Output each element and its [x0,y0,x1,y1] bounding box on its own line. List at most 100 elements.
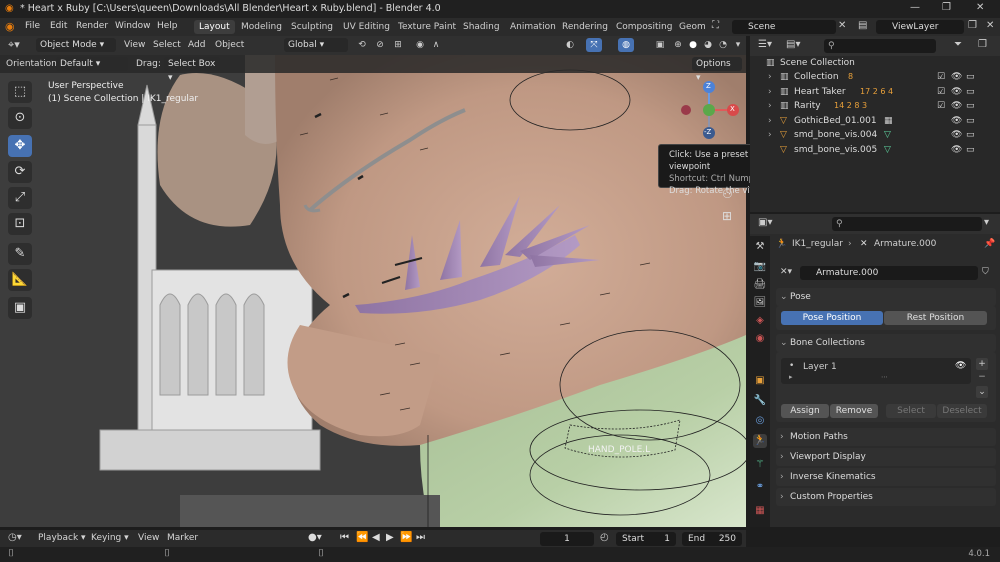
visibility-eye-icon[interactable]: 👁 [951,101,962,111]
custom-properties-section-header[interactable]: › Custom Properties [776,488,996,506]
outliner-item-gothicbed[interactable]: › ▽ GothicBed_01.001 ▦ 👁 ▭ [750,115,1000,129]
outliner-item-smd-bone-vis-005[interactable]: ▽ smd_bone_vis.005 ▽ 👁 ▭ [750,144,1000,158]
expand-arrow-icon[interactable]: › [768,116,772,126]
outliner-search-input[interactable]: ⚲ [824,39,936,53]
scale-tool[interactable]: ⤢ [8,187,32,209]
menu-playback[interactable]: Playback ▾ [38,533,86,543]
pin-icon[interactable]: 📌 [984,239,995,249]
add-cube-tool[interactable]: ▣ [8,297,32,319]
scene-tab-icon[interactable]: ◈ [753,314,767,328]
scene-remove-icon[interactable]: ✕ [838,20,846,31]
workspace-tab-sculpting[interactable]: Sculpting [286,20,338,34]
physics-tab-icon[interactable]: ◎ [753,414,767,428]
expand-arrow-icon[interactable]: › [768,87,772,97]
visibility-eye-icon[interactable]: 👁 [951,116,962,126]
render-camera-icon[interactable]: ▭ [966,130,975,140]
view-layer-tab-icon[interactable]: 🖼 [753,296,767,310]
armature-data-tab-icon[interactable]: 🏃 [753,434,767,448]
object-tab-icon[interactable]: ▣ [753,374,767,388]
rotate-tool[interactable]: ⟳ [8,161,32,183]
close-button[interactable]: ✕ [976,2,984,13]
menu-select[interactable]: Select [153,40,181,50]
shading-wireframe-icon[interactable]: ⊕ [670,38,686,52]
expand-arrow-icon[interactable]: › [768,130,772,140]
remove-button[interactable]: Remove [830,404,878,418]
current-frame-field[interactable]: 1 [540,532,594,546]
workspace-tab-uv-editing[interactable]: UV Editing [338,20,395,34]
shading-material-icon[interactable]: ◕ [700,38,716,52]
play-icon[interactable]: ▶ [386,532,394,543]
overlay-toggle-icon[interactable]: ◍ [618,38,634,52]
options-dropdown[interactable]: Options ▾ [692,57,742,83]
include-checkbox[interactable]: ☑ [937,72,945,82]
shading-solid-icon[interactable]: ● [685,38,701,52]
workspace-tab-compositing[interactable]: Compositing [611,20,677,34]
outliner-editor-icon[interactable]: ☰▾ [758,39,772,50]
workspace-tab-modeling[interactable]: Modeling [236,20,287,34]
workspace-tab-texture-paint[interactable]: Texture Paint [393,20,461,34]
jump-end-icon[interactable]: ⏭ [416,532,425,543]
deselect-button[interactable]: Deselect [937,404,987,418]
menu-edit[interactable]: Edit [50,21,67,31]
play-reverse-icon[interactable]: ◀ [372,532,380,543]
include-checkbox[interactable]: ☑ [937,101,945,111]
include-checkbox[interactable]: ☑ [937,87,945,97]
render-camera-icon[interactable]: ▭ [966,87,975,97]
bone-collection-list[interactable]: • Layer 1 👁 ▸ ⋯ [781,358,971,384]
menu-add[interactable]: Add [188,40,205,50]
menu-object[interactable]: Object [215,40,244,50]
assign-button[interactable]: Assign [781,404,829,418]
workspace-tab-shading[interactable]: Shading [458,20,505,34]
inverse-kinematics-section-header[interactable]: › Inverse Kinematics [776,468,996,486]
outliner-item-rarity[interactable]: › ▥ Rarity 14 2 8 3 ☑ 👁 ▭ [750,100,1000,114]
transform-tool[interactable]: ⊡ [8,213,32,235]
bone-collections-section-header[interactable]: ⌄ Bone Collections [776,334,996,352]
gizmo-toggle-icon[interactable]: ⤧ [586,38,602,52]
outliner-item-collection[interactable]: › ▥ Collection 8 ☑ 👁 ▭ [750,71,1000,85]
visibility-icon[interactable]: ◐ [562,38,578,52]
preview-range-clock-icon[interactable]: ◴ [600,532,609,543]
visibility-eye-icon[interactable]: 👁 [951,130,962,140]
render-camera-icon[interactable]: ▭ [966,72,975,82]
menu-keying[interactable]: Keying ▾ [91,533,129,543]
falloff-icon[interactable]: ∧ [428,38,444,52]
visibility-eye-icon[interactable]: 👁 [951,145,962,155]
collection-specials-icon[interactable]: ⌄ [976,386,988,398]
expand-arrow-icon[interactable]: › [768,72,772,82]
modifier-tab-icon[interactable]: 🔧 [753,394,767,408]
expand-arrow-icon[interactable]: › [768,101,772,111]
mode-dropdown[interactable]: Object Mode ▾ [36,38,116,52]
menu-view[interactable]: View [124,40,145,50]
xray-icon[interactable]: ▣ [652,38,668,52]
scene-icon[interactable]: ⛶ [712,20,719,31]
pose-section-header[interactable]: ⌄ Pose [776,288,996,306]
menu-file[interactable]: File [25,21,40,31]
menu-view[interactable]: View [138,533,159,543]
motion-paths-section-header[interactable]: › Motion Paths [776,428,996,446]
cursor-tool[interactable]: ⊙ [8,107,32,129]
output-tab-icon[interactable]: 🖨 [753,278,767,292]
visibility-eye-icon[interactable]: 👁 [951,72,962,82]
editor-type-icon[interactable]: ⌖▾ [8,38,20,52]
maximize-button[interactable]: ❐ [942,2,951,13]
menu-help[interactable]: Help [157,21,178,31]
pivot-icon[interactable]: ⟲ [354,38,370,52]
jump-start-icon[interactable]: ⏮ [340,532,349,543]
viewlayer-selector[interactable]: ViewLayer [876,20,964,34]
workspace-tab-geometry[interactable]: Geom [674,20,711,34]
viewport-scene-render[interactable] [0,55,746,527]
properties-search-input[interactable]: ⚲ [832,217,982,231]
outliner-root-row[interactable]: ▥ Scene Collection [750,57,1000,71]
constraint-tab-icon[interactable]: ⚭ [753,480,767,494]
workspace-tab-animation[interactable]: Animation [505,20,561,34]
filter-icon[interactable]: ⏷ [954,39,962,50]
new-collection-icon[interactable]: ❐ [978,39,987,50]
measure-tool[interactable]: 📐 [8,269,32,291]
timeline-editor-icon[interactable]: ◷▾ [8,532,22,543]
jump-keyframe-back-icon[interactable]: ⏪ [356,532,368,543]
pose-position-button[interactable]: Pose Position [781,311,883,325]
armature-datablock-icon[interactable]: ✕▾ [780,267,792,277]
start-frame-field[interactable]: Start 1 [616,532,676,546]
properties-editor-icon[interactable]: ▣▾ [758,217,772,228]
render-camera-icon[interactable]: ▭ [966,145,975,155]
